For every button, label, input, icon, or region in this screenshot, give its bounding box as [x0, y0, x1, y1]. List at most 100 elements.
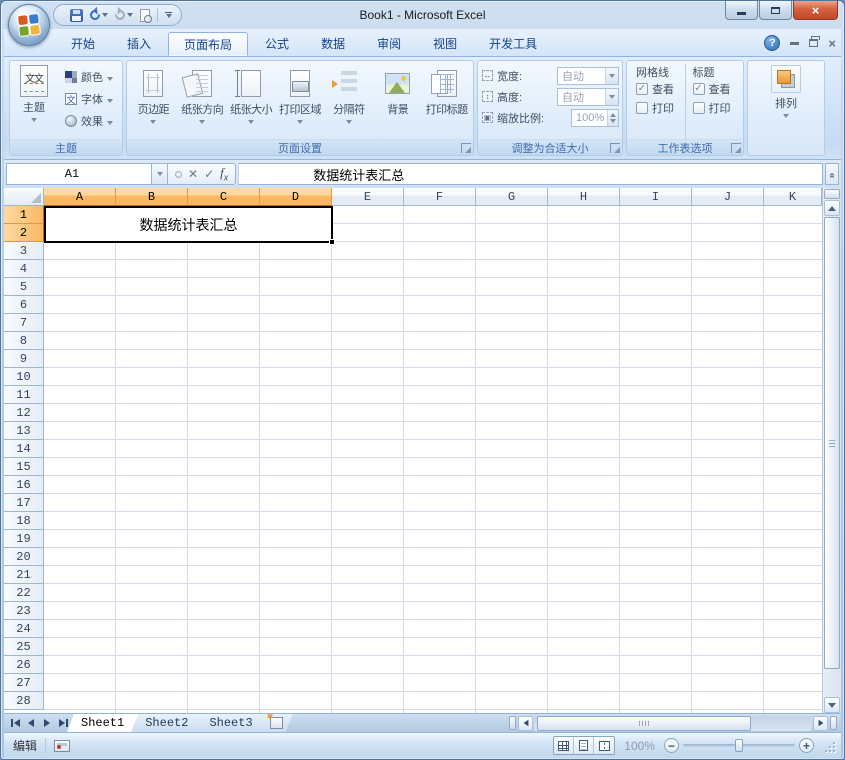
row-header-2[interactable]: 2: [4, 224, 44, 242]
ribbon-tab-公式[interactable]: 公式: [250, 32, 304, 56]
row-header-26[interactable]: 26: [4, 656, 44, 674]
undo-dropdown-icon[interactable]: [102, 13, 108, 17]
height-combo[interactable]: 自动: [557, 88, 619, 106]
row-header-25[interactable]: 25: [4, 638, 44, 656]
width-combo[interactable]: 自动: [557, 67, 619, 85]
redo-dropdown-icon[interactable]: [127, 13, 133, 17]
ribbon-tab-插入[interactable]: 插入: [112, 32, 166, 56]
normal-view-button[interactable]: [554, 737, 574, 754]
column-header-H[interactable]: H: [548, 188, 620, 206]
customize-qat-icon[interactable]: [165, 12, 172, 18]
column-header-D[interactable]: D: [260, 188, 332, 206]
row-header-7[interactable]: 7: [4, 314, 44, 332]
height-dropdown-icon[interactable]: [605, 89, 618, 105]
zoom-level[interactable]: 100%: [624, 739, 655, 753]
vertical-scroll-thumb[interactable]: [824, 217, 840, 669]
page-break-view-button[interactable]: [594, 737, 614, 754]
headings-view-checkbox[interactable]: 查看: [693, 81, 742, 97]
row-header-8[interactable]: 8: [4, 332, 44, 350]
row-header-24[interactable]: 24: [4, 620, 44, 638]
redo-button[interactable]: [115, 10, 133, 20]
scale-spin-icons[interactable]: [607, 110, 618, 126]
first-sheet-button[interactable]: [8, 716, 22, 731]
button-纸张大小[interactable]: 纸张大小: [227, 63, 276, 139]
ribbon-tab-视图[interactable]: 视图: [418, 32, 472, 56]
row-header-11[interactable]: 11: [4, 386, 44, 404]
scroll-down-button[interactable]: [824, 697, 840, 713]
scale-dialog-launcher-icon[interactable]: [610, 143, 620, 153]
button-打印标题[interactable]: 打印标题: [422, 63, 471, 139]
sheet-tab-Sheet2[interactable]: Sheet2: [131, 714, 202, 732]
tab-split-handle[interactable]: [509, 716, 516, 730]
sheet-options-dialog-launcher-icon[interactable]: [731, 143, 741, 153]
fill-handle[interactable]: [329, 239, 335, 245]
name-box[interactable]: A1: [6, 163, 152, 185]
workbook-minimize-icon[interactable]: [790, 42, 799, 45]
button-背景[interactable]: 背景: [373, 63, 422, 139]
row-header-23[interactable]: 23: [4, 602, 44, 620]
theme-fonts-button[interactable]: 文 字体: [62, 89, 116, 109]
maximize-button[interactable]: [759, 1, 792, 20]
ribbon-tab-页面布局[interactable]: 页面布局: [168, 32, 248, 56]
row-header-18[interactable]: 18: [4, 512, 44, 530]
page-layout-view-button[interactable]: [574, 737, 594, 754]
cancel-entry-icon[interactable]: ✕: [188, 168, 198, 180]
column-header-E[interactable]: E: [332, 188, 404, 206]
row-header-22[interactable]: 22: [4, 584, 44, 602]
row-header-1[interactable]: 1: [4, 206, 44, 224]
minimize-button[interactable]: [725, 1, 758, 20]
previous-sheet-button[interactable]: [24, 716, 38, 731]
help-icon[interactable]: ?: [764, 35, 780, 51]
horizontal-scroll-track[interactable]: [534, 716, 812, 731]
record-macro-icon[interactable]: [54, 740, 70, 752]
office-button[interactable]: [8, 4, 50, 46]
merged-cell-a1-d2[interactable]: 数据统计表汇总: [44, 206, 333, 243]
row-header-10[interactable]: 10: [4, 368, 44, 386]
row-header-6[interactable]: 6: [4, 296, 44, 314]
theme-effects-button[interactable]: 效果: [62, 111, 116, 131]
row-header-17[interactable]: 17: [4, 494, 44, 512]
formula-input[interactable]: 数据统计表汇总: [238, 163, 823, 185]
expand-formula-bar-icon[interactable]: «: [825, 163, 839, 185]
headings-view-check-icon[interactable]: [693, 83, 705, 95]
undo-button[interactable]: [90, 10, 108, 20]
row-header-9[interactable]: 9: [4, 350, 44, 368]
ribbon-tab-开发工具[interactable]: 开发工具: [474, 32, 552, 56]
row-header-15[interactable]: 15: [4, 458, 44, 476]
column-header-C[interactable]: C: [188, 188, 260, 206]
gridlines-view-checkbox[interactable]: 查看: [636, 81, 685, 97]
row-header-12[interactable]: 12: [4, 404, 44, 422]
column-header-A[interactable]: A: [44, 188, 116, 206]
row-header-14[interactable]: 14: [4, 440, 44, 458]
column-header-I[interactable]: I: [620, 188, 692, 206]
grid-cells[interactable]: 数据统计表汇总: [44, 206, 822, 713]
row-header-13[interactable]: 13: [4, 422, 44, 440]
resize-grip[interactable]: [823, 740, 836, 753]
headings-print-check-icon[interactable]: [693, 102, 705, 114]
button-打印区域[interactable]: 打印区域: [276, 63, 325, 139]
arrange-button[interactable]: 排列: [771, 61, 801, 155]
column-header-F[interactable]: F: [404, 188, 476, 206]
select-all-corner[interactable]: [4, 188, 44, 206]
last-sheet-button[interactable]: [56, 716, 70, 731]
page-setup-dialog-launcher-icon[interactable]: [461, 143, 471, 153]
workbook-restore-icon[interactable]: [809, 39, 818, 47]
save-icon[interactable]: [70, 9, 83, 22]
vertical-split-handle[interactable]: [824, 189, 840, 199]
row-header-27[interactable]: 27: [4, 674, 44, 692]
row-header-3[interactable]: 3: [4, 242, 44, 260]
row-header-20[interactable]: 20: [4, 548, 44, 566]
row-header-21[interactable]: 21: [4, 566, 44, 584]
column-header-K[interactable]: K: [764, 188, 822, 206]
sheet-tab-Sheet1[interactable]: Sheet1: [67, 714, 138, 732]
row-header-16[interactable]: 16: [4, 476, 44, 494]
themes-button[interactable]: 主题: [10, 61, 58, 139]
row-header-5[interactable]: 5: [4, 278, 44, 296]
headings-print-checkbox[interactable]: 打印: [693, 100, 742, 116]
vertical-scrollbar[interactable]: [822, 188, 841, 713]
confirm-entry-icon[interactable]: ✓: [204, 168, 214, 180]
ribbon-tab-开始[interactable]: 开始: [56, 32, 110, 56]
column-header-G[interactable]: G: [476, 188, 548, 206]
zoom-out-icon[interactable]: −: [664, 738, 679, 753]
row-header-19[interactable]: 19: [4, 530, 44, 548]
